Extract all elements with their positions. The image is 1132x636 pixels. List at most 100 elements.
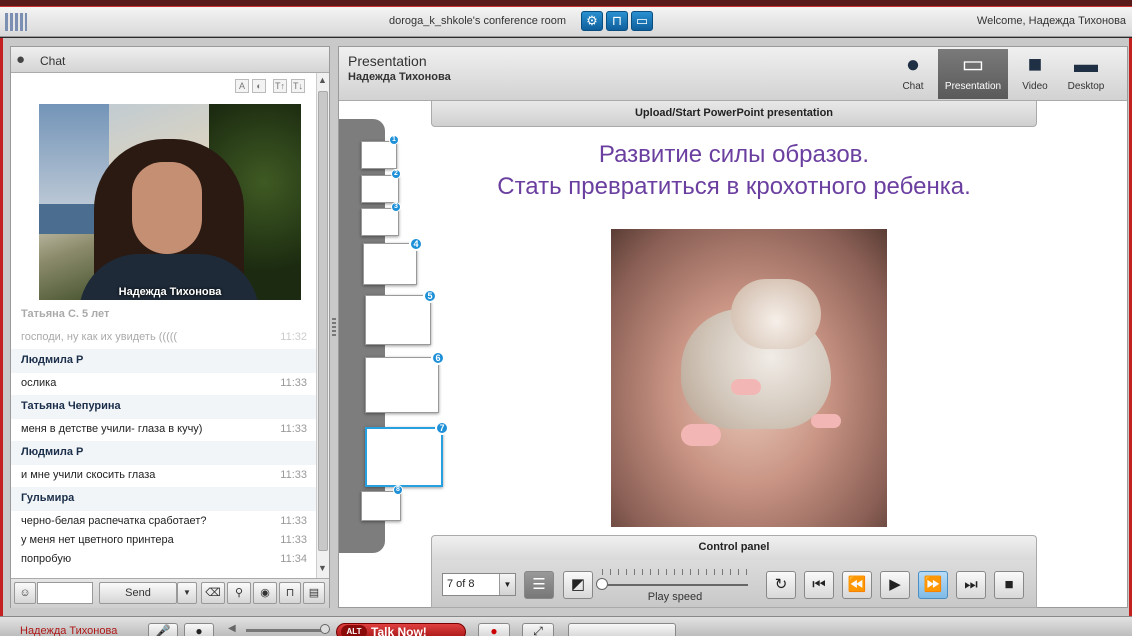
page-select-value: 7 of 8 [447,578,475,590]
slide-image-hamster [611,229,887,527]
chat-message-text: у меня нет цветного принтера [21,534,174,546]
slide-thumbnail[interactable] [365,295,431,345]
chat-message: ослика 11:33 [11,373,317,392]
scroll-up-icon[interactable]: ▲ [318,75,327,85]
speed-ticks [602,569,750,575]
page-select[interactable]: 7 of 8 ▼ [442,573,516,596]
slide-number-badge: 2 [391,169,401,179]
presenter-name: Надежда Тихонова [348,71,451,83]
slide-number-badge: 8 [393,485,403,495]
volume-track[interactable] [246,629,326,632]
chat-message: господи, ну как их увидеть ((((( 11:32 [11,327,317,346]
slide-number-badge: 5 [423,289,437,303]
chat-sender: Татьяна Чепурина [11,395,317,419]
eraser-icon[interactable]: ⌫ [201,582,225,604]
send-button[interactable]: Send [99,582,177,604]
first-slide-icon[interactable]: ⏮ [804,571,834,599]
settings-round-icon[interactable]: ● [184,623,214,636]
talk-now-label: Talk Now! [371,625,427,636]
chat-message-time: 11:32 [280,331,307,343]
chat-message-time: 11:33 [280,377,307,389]
chat-title: Chat [40,54,66,68]
font-decrease-icon[interactable]: T↓ [291,79,305,93]
color-icon[interactable]: ◐ [252,79,266,93]
chat-message-time: 11:33 [280,515,307,527]
refresh-icon[interactable]: ↻ [766,571,796,599]
mode-desktop-label: Desktop [1067,81,1105,92]
eye-icon[interactable]: ◉ [253,582,277,604]
record-icon[interactable]: ● [478,623,510,636]
slide-thumbnail[interactable] [363,243,417,285]
bottom-menu-button[interactable] [568,623,676,636]
slide-thumbnail[interactable] [365,427,443,487]
mode-presentation[interactable]: ▭ Presentation [938,49,1008,99]
send-options-dropdown[interactable]: ▼ [177,582,197,604]
slide-number-badge: 3 [391,202,401,212]
chat-message-text: попробую [21,553,72,565]
unlock-icon[interactable]: ⊓ [279,582,301,604]
slide-thumbnail[interactable] [365,357,439,413]
fast-forward-icon[interactable]: ⏩ [918,571,948,599]
play-speed-slider[interactable] [596,578,608,590]
lock-icon[interactable]: ⊓ [606,11,628,31]
font-increase-icon[interactable]: T↑ [273,79,287,93]
chat-message-text: ослика [21,377,57,389]
mode-video-label: Video [1022,81,1048,92]
slide-thumbnail[interactable] [361,208,399,236]
play-mode-icon[interactable]: ◩ [563,571,593,599]
panel-splitter[interactable] [332,318,336,336]
scrollbar-thumb[interactable] [318,91,328,551]
volume-slider[interactable] [320,624,330,634]
slide-thumbnail[interactable] [361,175,399,203]
slide-thumbnail[interactable] [361,491,401,521]
webcam-video: Надежда Тихонова [39,104,301,300]
mode-chat-label: Chat [902,81,924,92]
talk-now-button[interactable]: ALT Talk Now! [336,623,466,636]
presentation-panel: Presentation Надежда Тихонова ● Chat ▭ Pre… [338,46,1128,608]
video-person-face [132,162,202,254]
scroll-down-icon[interactable]: ▼ [318,563,327,573]
stop-icon[interactable]: ■ [994,571,1024,599]
chevron-down-icon[interactable]: ▼ [499,574,515,595]
screen-icon[interactable]: ▭ [631,11,653,31]
last-slide-icon[interactable]: ⏭ [956,571,986,599]
chat-message-text: меня в детстве учили- глаза в кучу) [21,423,203,435]
control-panel-title: Control panel [431,535,1037,561]
top-bar: doroga_k_shkole's conference room ⚙ ⊓ ▭ … [0,7,1132,37]
chat-sender: Татьяна С. 5 лет [11,303,317,327]
mode-desktop[interactable]: ▬ Desktop [1060,49,1112,99]
control-panel: 7 of 8 ▼ ☰ ◩ Play speed ↻ ⏮ ⏪ ▶ ⏩ ⏭ ■ [431,560,1037,608]
chat-sender: Людмила Р [11,441,317,465]
app-menu-icon[interactable] [5,13,27,31]
hamster-head [731,279,821,349]
upload-powerpoint-button[interactable]: Upload/Start PowerPoint presentation [431,101,1037,127]
save-icon[interactable]: ▤ [303,582,325,604]
emoticon-icon[interactable]: ☺ [14,582,36,604]
mode-chat[interactable]: ● Chat [890,49,936,99]
welcome-text: Welcome, Надежда Тихонова [976,15,1126,27]
presentation-title: Presentation [348,53,427,69]
slide-list-icon[interactable]: ☰ [524,571,554,599]
chat-input[interactable] [37,582,93,604]
font-bold-icon[interactable]: A [235,79,249,93]
chat-message-time: 11:33 [280,534,307,546]
chat-message-text: и мне учили скосить глаза [21,469,156,481]
chat-message: меня в детстве учили- глаза в кучу) 11:33 [11,419,317,438]
play-icon[interactable]: ▶ [880,571,910,599]
slide-thumbnail[interactable] [361,141,397,169]
rewind-icon[interactable]: ⏪ [842,571,872,599]
chat-message-list: Татьяна С. 5 лет господи, ну как их увиде… [11,303,317,578]
settings-icon[interactable]: ⚙ [581,11,603,31]
fullscreen-icon[interactable]: ⤢ [522,623,554,636]
play-speed-track[interactable] [600,584,748,586]
chat-sender: Гульмира [11,487,317,511]
chat-scrollbar[interactable]: ▲ ▼ [316,73,329,578]
slide-number-badge: 1 [389,135,399,145]
chat-sender: Людмила Р [11,349,317,373]
link-icon[interactable]: ⚲ [227,582,251,604]
mode-video[interactable]: ■ Video [1012,49,1058,99]
talk-shortcut-badge: ALT [341,625,367,636]
chat-panel: ● Chat A ◐ T↑ T↓ Надежда Тихонова Татьян… [10,46,330,608]
microphone-icon[interactable]: 🎤 [148,623,178,636]
chat-message-text: господи, ну как их увидеть ((((( [21,331,178,343]
